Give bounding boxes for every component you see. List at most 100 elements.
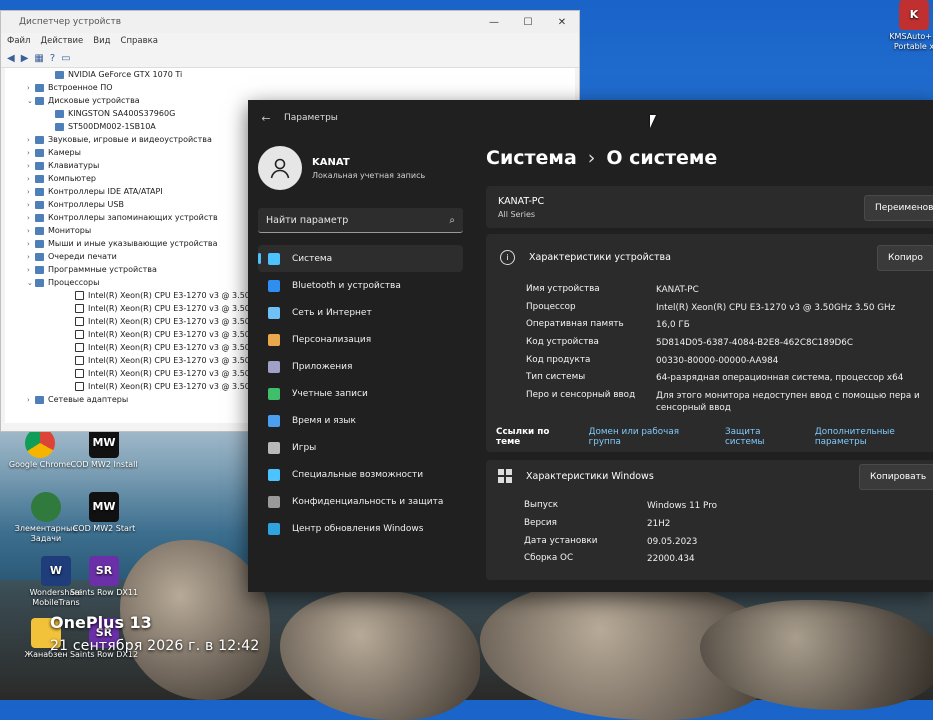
- link-advanced-settings[interactable]: Дополнительные параметры: [815, 427, 933, 447]
- tree-expander-icon[interactable]: ⌄: [27, 279, 35, 287]
- photo-watermark: OnePlus 13 21 сентября 2026 г. в 12:42: [50, 613, 259, 654]
- processor-icon: [75, 291, 84, 300]
- settings-titlebar[interactable]: ← Параметры: [248, 100, 933, 136]
- copy-windows-specs-button[interactable]: Копировать: [859, 464, 933, 491]
- close-button[interactable]: ✕: [545, 11, 579, 33]
- desktop-shortcut[interactable]: Google Chrome: [4, 428, 76, 470]
- properties-icon[interactable]: ▦: [34, 53, 43, 64]
- profile-account-type: Локальная учетная запись: [312, 170, 426, 180]
- spec-key: Версия: [524, 517, 557, 528]
- device-category-icon: [35, 161, 44, 170]
- windows-specs-header[interactable]: Характеристики Windows Копировать: [486, 460, 933, 492]
- nav-icon: [268, 387, 280, 400]
- back-arrow-icon[interactable]: ←: [248, 112, 284, 125]
- tree-expander-icon[interactable]: ›: [27, 396, 35, 404]
- link-domain-workgroup[interactable]: Домен или рабочая группа: [589, 427, 711, 447]
- desktop-shortcut[interactable]: MW COD MW2 Install: [68, 428, 140, 470]
- page-title: О системе: [606, 147, 718, 169]
- spec-key: Выпуск: [524, 500, 559, 511]
- device-category-icon: [35, 226, 44, 235]
- tree-expander-icon[interactable]: ›: [27, 84, 35, 92]
- tree-expander-icon[interactable]: ›: [27, 162, 35, 170]
- tree-expander-icon[interactable]: ⌄: [27, 97, 35, 105]
- tree-expander-icon[interactable]: ›: [27, 214, 35, 222]
- device-category-icon: [55, 109, 64, 118]
- processor-icon: [75, 304, 84, 313]
- nav-item[interactable]: Учетные записи: [258, 380, 463, 407]
- device-specs-header[interactable]: i Характеристики устройства Копиро: [486, 234, 933, 280]
- nav-item-label: Сеть и Интернет: [292, 307, 372, 318]
- nav-icon: [268, 414, 280, 427]
- search-icon[interactable]: ⌕: [449, 215, 455, 226]
- settings-window[interactable]: ← Параметры KANAT Локальная учетная запи…: [248, 100, 933, 592]
- tree-expander-icon[interactable]: ›: [27, 175, 35, 183]
- nav-item[interactable]: Центр обновления Windows: [258, 515, 463, 542]
- nav-item-label: Bluetooth и устройства: [292, 280, 401, 291]
- tree-expander-icon[interactable]: ›: [27, 188, 35, 196]
- device-tree-label: Клавиатуры: [48, 161, 100, 170]
- monitor-icon[interactable]: ▭: [61, 53, 70, 64]
- spec-key: Сборка ОС: [524, 553, 574, 564]
- device-category-icon: [55, 70, 64, 79]
- maximize-button[interactable]: ☐: [511, 11, 545, 33]
- user-profile[interactable]: KANAT Локальная учетная запись: [258, 136, 463, 200]
- link-system-protection[interactable]: Защита системы: [725, 427, 801, 447]
- spec-value: 16,0 ГБ: [656, 320, 690, 331]
- menu-action[interactable]: Действие: [40, 36, 83, 46]
- nav-item[interactable]: Игры: [258, 434, 463, 461]
- nav-item[interactable]: Сеть и Интернет: [258, 299, 463, 326]
- nav-icon: [268, 333, 280, 346]
- spec-value: Windows 11 Pro: [647, 501, 718, 512]
- app-icon: SR: [89, 556, 119, 586]
- nav-item[interactable]: Время и язык: [258, 407, 463, 434]
- nav-item[interactable]: Конфиденциальность и защита: [258, 488, 463, 515]
- back-arrow-icon[interactable]: ◀: [7, 53, 15, 64]
- minimize-button[interactable]: —: [477, 11, 511, 33]
- desktop-shortcut-label: KMSAuto++ Portable x: [889, 32, 933, 51]
- desktop-shortcut[interactable]: SR Saints Row DX11: [68, 556, 140, 598]
- nav-item[interactable]: Система: [258, 245, 463, 272]
- tree-expander-icon[interactable]: ›: [27, 201, 35, 209]
- tree-expander-icon[interactable]: ›: [27, 266, 35, 274]
- device-tree-item[interactable]: › Встроенное ПО: [5, 81, 575, 94]
- device-manager-toolbar: ◀ ▶ ▦ ? ▭: [1, 49, 579, 68]
- app-icon: MW: [89, 492, 119, 522]
- processor-icon: [75, 330, 84, 339]
- tree-expander-icon[interactable]: ›: [27, 240, 35, 248]
- device-tree-label: Компьютер: [48, 174, 96, 183]
- rename-button[interactable]: Переименова: [864, 195, 933, 221]
- desktop-shortcut[interactable]: K KMSAuto++ Portable x: [878, 0, 933, 52]
- tree-expander-icon[interactable]: ›: [27, 136, 35, 144]
- nav-item[interactable]: Специальные возможности: [258, 461, 463, 488]
- menu-view[interactable]: Вид: [93, 36, 110, 46]
- device-tree-label: Сетевые адаптеры: [48, 395, 129, 404]
- spec-key: Процессор: [526, 301, 576, 312]
- copy-device-specs-button[interactable]: Копиро: [877, 245, 933, 271]
- device-tree-item[interactable]: NVIDIA GeForce GTX 1070 Ti: [5, 68, 575, 81]
- nav-item[interactable]: Персонализация: [258, 326, 463, 353]
- desktop-shortcut[interactable]: MW COD MW2 Start: [68, 492, 140, 534]
- tree-expander-icon[interactable]: ›: [27, 253, 35, 261]
- breadcrumb-parent[interactable]: Система: [486, 147, 577, 169]
- search-input[interactable]: Найти параметр ⌕: [258, 208, 463, 233]
- spec-key: Перо и сенсорный ввод: [526, 390, 636, 401]
- menu-help[interactable]: Справка: [121, 36, 158, 46]
- nav-item[interactable]: Bluetooth и устройства: [258, 272, 463, 299]
- spec-value: Intel(R) Xeon(R) CPU E3-1270 v3 @ 3.50GH…: [656, 302, 896, 313]
- settings-title: Параметры: [284, 113, 338, 123]
- device-tree-label: Intel(R) Xeon(R) CPU E3-1270 v3 @ 3.50GH…: [88, 291, 267, 300]
- device-category-icon: [35, 200, 44, 209]
- device-tree-label: Очереди печати: [48, 252, 117, 261]
- help-icon[interactable]: ?: [50, 53, 55, 64]
- device-manager-titlebar[interactable]: Диспетчер устройств — ☐ ✕: [1, 11, 579, 33]
- spec-value: 09.05.2023: [647, 536, 698, 547]
- app-icon: [31, 492, 61, 522]
- tree-expander-icon[interactable]: ›: [27, 149, 35, 157]
- menu-file[interactable]: Файл: [7, 36, 30, 46]
- nav-item[interactable]: Приложения: [258, 353, 463, 380]
- device-tree-label: KINGSTON SA400S37960G: [68, 109, 176, 118]
- tree-expander-icon[interactable]: ›: [27, 227, 35, 235]
- device-category-icon: [35, 174, 44, 183]
- forward-arrow-icon[interactable]: ▶: [21, 53, 29, 64]
- device-tree-label: Процессоры: [48, 278, 100, 287]
